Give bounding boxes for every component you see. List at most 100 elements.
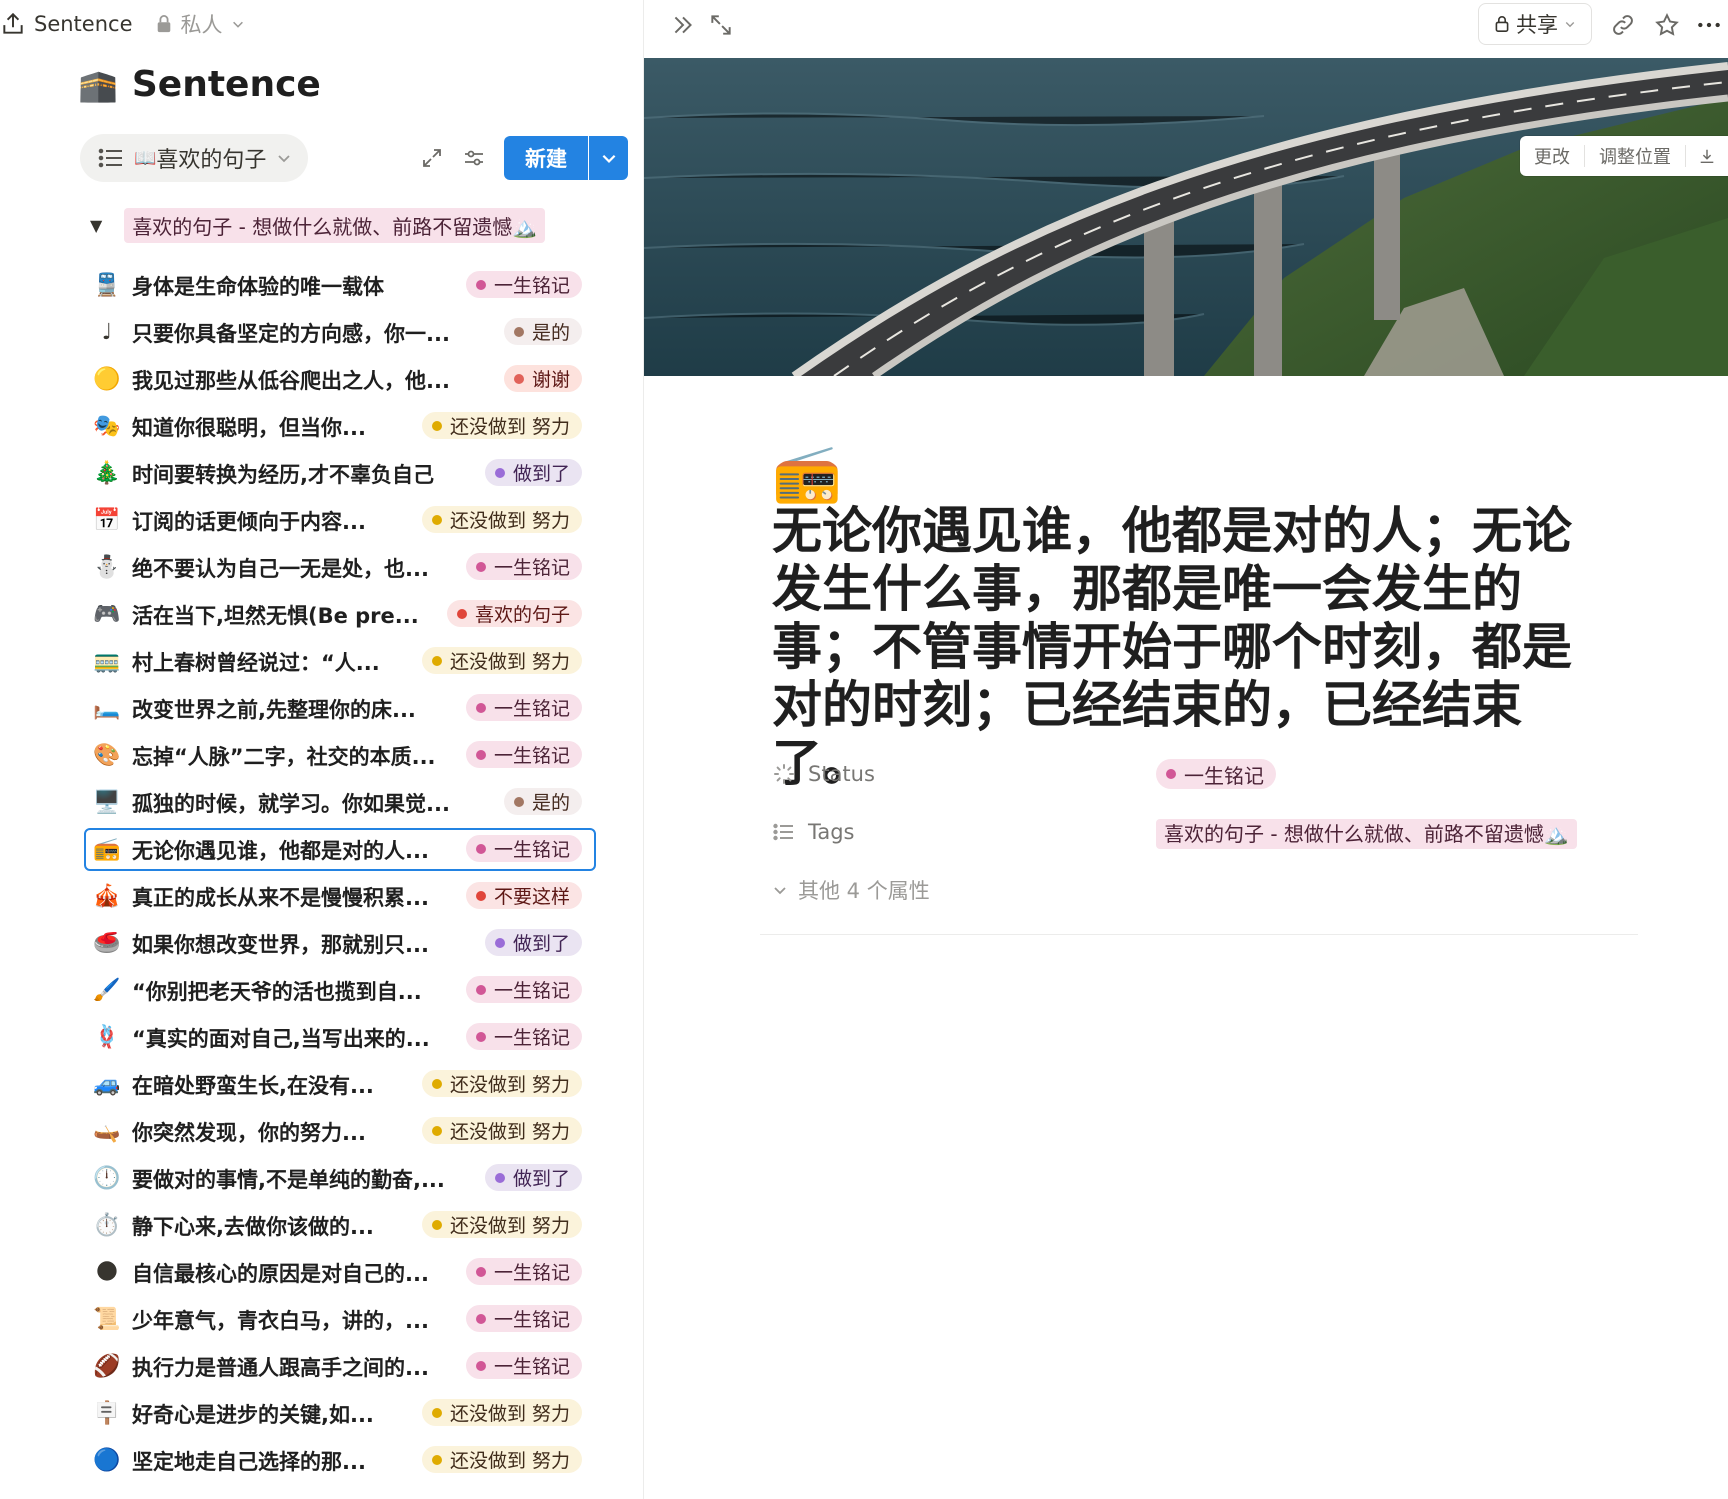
collapse-triangle-icon[interactable]: ▼ xyxy=(90,216,102,235)
group-header[interactable]: ▼ 喜欢的句子 - 想做什么就做、前路不留遗憾🏔️ xyxy=(90,208,546,243)
status-dot xyxy=(475,279,486,290)
share-upload-icon[interactable] xyxy=(0,11,26,37)
status-dot xyxy=(431,1078,442,1089)
status-dot xyxy=(475,984,486,995)
list-item[interactable]: 📜 少年意气，青衣白马，讲的，... 一生铭记 xyxy=(84,1296,592,1343)
tags-label: Tags xyxy=(808,820,855,844)
entry-title: 如果你想改变世界，那就别只... xyxy=(132,932,429,957)
entry-emoji-icon: 🌑 xyxy=(95,1259,119,1285)
status-dot xyxy=(431,1125,442,1136)
list-item[interactable]: 🪢 “真实的面对自己,当写出来的... 一生铭记 xyxy=(84,1014,592,1061)
list-item[interactable]: ⏱️ 静下心来,去做你该做的... 还没做到 努力 xyxy=(84,1202,592,1249)
list-item[interactable]: 🚆 身体是生命体验的唯一载体 一生铭记 xyxy=(84,262,592,309)
list-item[interactable]: 🏈 执行力是普通人跟高手之间的... 一生铭记 xyxy=(84,1343,592,1390)
list-item[interactable]: 🥌 如果你想改变世界，那就别只... 做到了 xyxy=(84,920,592,967)
download-icon[interactable] xyxy=(1698,147,1716,165)
list-item[interactable]: 🛏️ 改变世界之前,先整理你的床... 一生铭记 xyxy=(84,685,592,732)
status-tag: 一生铭记 xyxy=(465,271,582,298)
chevron-down-icon xyxy=(602,154,615,163)
list-item[interactable]: 🎭 知道你很聪明，但当你... 还没做到 努力 xyxy=(84,403,592,450)
list-item[interactable]: 🪧 好奇心是进步的关键,如... 还没做到 努力 xyxy=(84,1390,592,1437)
list-item[interactable]: 🛶 你突然发现，你的努力... 还没做到 努力 xyxy=(84,1108,592,1155)
page-title[interactable]: 无论你遇见谁，他都是对的人；无论发生什么事，那都是唯一会发生的事；不管事情开始于… xyxy=(772,502,1612,792)
list-item[interactable]: 🔵 坚定地走自己选择的那... 还没做到 努力 xyxy=(84,1437,592,1484)
open-full-page-icon[interactable] xyxy=(708,12,734,38)
entry-emoji-icon: 🎪 xyxy=(93,883,121,909)
database-panel: Sentence 私人 🕋 Sentence 📖 喜欢的句子 新建 ▼ 喜欢的句… xyxy=(0,0,644,1499)
list-item[interactable]: 🟡 我见过那些从低谷爬出之人，他... 谢谢 xyxy=(84,356,592,403)
entry-title: 我见过那些从低谷爬出之人，他... xyxy=(132,368,450,393)
status-dot xyxy=(475,890,486,901)
list-item[interactable]: ♩ 只要你具备坚定的方向感，你一... 是的 xyxy=(84,309,592,356)
entry-title: 执行力是普通人跟高手之间的... xyxy=(132,1355,429,1380)
status-tag: 一生铭记 xyxy=(465,1352,582,1379)
list-item[interactable]: 🚙 在暗处野蛮生长,在没有... 还没做到 努力 xyxy=(84,1061,592,1108)
reposition-cover-button[interactable]: 调整位置 xyxy=(1585,143,1685,169)
more-options-icon[interactable] xyxy=(1696,12,1722,38)
status-tag: 是的 xyxy=(503,318,582,345)
filter-settings-icon[interactable] xyxy=(462,146,486,170)
entry-emoji-icon: 🎄 xyxy=(93,460,121,486)
list-item[interactable]: 🖥️ 孤独的时候，就学习。你如果觉... 是的 xyxy=(84,779,592,826)
entry-emoji-icon: 🚆 xyxy=(93,272,121,298)
list-item[interactable]: 🕛 要做对的事情,不是单纯的勤奋,... 做到了 xyxy=(84,1155,592,1202)
status-tag: 还没做到 努力 xyxy=(421,1211,582,1238)
list-item[interactable]: 📻 无论你遇见谁，他都是对的人... 一生铭记 xyxy=(84,826,596,873)
entry-list: 🚆 身体是生命体验的唯一载体 一生铭记 ♩ 只要你具备坚定的方向感，你一... 是的 🟡 我见… xyxy=(84,262,596,1484)
star-favorite-icon[interactable] xyxy=(1654,12,1680,38)
entry-emoji-icon: ♩ xyxy=(101,319,113,345)
status-dot xyxy=(475,1031,486,1042)
cover-image[interactable]: 更改 调整位置 xyxy=(644,58,1728,376)
list-item[interactable]: 🎮 活在当下,坦然无惧(Be pre... 喜欢的句子 xyxy=(84,591,592,638)
status-tag-text: 还没做到 努力 xyxy=(449,1450,570,1472)
new-dropdown-button[interactable] xyxy=(589,136,628,180)
left-topbar: Sentence 私人 xyxy=(0,6,245,42)
new-button[interactable]: 新建 xyxy=(504,136,588,180)
status-dot xyxy=(431,1454,442,1465)
entry-emoji-icon: 🎨 xyxy=(93,742,121,768)
list-item[interactable]: 🖌️ “你别把老天爷的活也揽到自... 一生铭记 xyxy=(84,967,592,1014)
chevron-down-icon xyxy=(1565,22,1575,28)
list-item[interactable]: 🎪 真正的成长从来不是慢慢积累... 不要这样 xyxy=(84,873,592,920)
status-tag: 一生铭记 xyxy=(465,741,582,768)
page-emoji-icon[interactable]: 📻 xyxy=(772,446,842,502)
workspace-name[interactable]: Sentence xyxy=(34,12,133,36)
expand-icon[interactable] xyxy=(420,146,444,170)
link-icon[interactable] xyxy=(1610,12,1636,38)
tags-pill: 喜欢的句子 - 想做什么就做、前路不留遗憾🏔️ xyxy=(1156,818,1577,849)
entry-title: “真实的面对自己,当写出来的... xyxy=(132,1026,430,1051)
property-tags: Tags 喜欢的句子 - 想做什么就做、前路不留遗憾🏔️ xyxy=(772,814,1577,850)
status-dot xyxy=(475,1360,486,1371)
list-item[interactable]: ⛄ 绝不要认为自己一无是处，也... 一生铭记 xyxy=(84,544,592,591)
entry-emoji-icon: 🏈 xyxy=(93,1353,121,1379)
list-item[interactable]: 🎄 时间要转换为经历,才不辜负自己 做到了 xyxy=(84,450,592,497)
status-tag-text: 一生铭记 xyxy=(493,275,570,297)
list-item[interactable]: 🎨 忘掉“人脉”二字，社交的本质... 一生铭记 xyxy=(84,732,592,779)
entry-title: 你突然发现，你的努力... xyxy=(132,1120,366,1145)
entry-title: 好奇心是进步的关键,如... xyxy=(132,1402,374,1427)
status-tag-text: 还没做到 努力 xyxy=(449,1121,570,1143)
entry-emoji-icon: 📅 xyxy=(93,507,121,533)
change-cover-button[interactable]: 更改 xyxy=(1520,143,1584,169)
status-tag-text: 是的 xyxy=(531,792,570,814)
list-item[interactable]: 📅 订阅的话更倾向于内容... 还没做到 努力 xyxy=(84,497,592,544)
share-button[interactable]: 共享 xyxy=(1478,3,1592,45)
status-pill: 一生铭记 xyxy=(1156,759,1276,789)
view-selector[interactable]: 📖 喜欢的句子 xyxy=(80,134,308,182)
status-tag: 一生铭记 xyxy=(465,1258,582,1285)
database-title-text[interactable]: Sentence xyxy=(132,64,321,105)
double-chevron-right-icon[interactable] xyxy=(670,12,696,38)
entry-title: 活在当下,坦然无惧(Be pre... xyxy=(132,603,419,628)
status-tag-text: 喜欢的句子 xyxy=(474,604,570,626)
status-dot xyxy=(431,420,442,431)
status-value[interactable]: 一生铭记 xyxy=(1156,759,1276,789)
status-dot xyxy=(513,796,524,807)
entry-emoji-icon: 📻 xyxy=(93,836,121,862)
tags-value[interactable]: 喜欢的句子 - 想做什么就做、前路不留遗憾🏔️ xyxy=(1156,818,1577,849)
status-tag: 还没做到 努力 xyxy=(421,1070,582,1097)
list-item[interactable]: 🌑 自信最核心的原因是对自己的... 一生铭记 xyxy=(84,1249,592,1296)
list-item[interactable]: 🚃 村上春树曾经说过：“人... 还没做到 努力 xyxy=(84,638,592,685)
privacy-selector[interactable]: 私人 xyxy=(155,9,245,39)
status-tag-text: 一生铭记 xyxy=(493,745,570,767)
more-properties-toggle[interactable]: 其他 4 个属性 xyxy=(772,875,930,905)
